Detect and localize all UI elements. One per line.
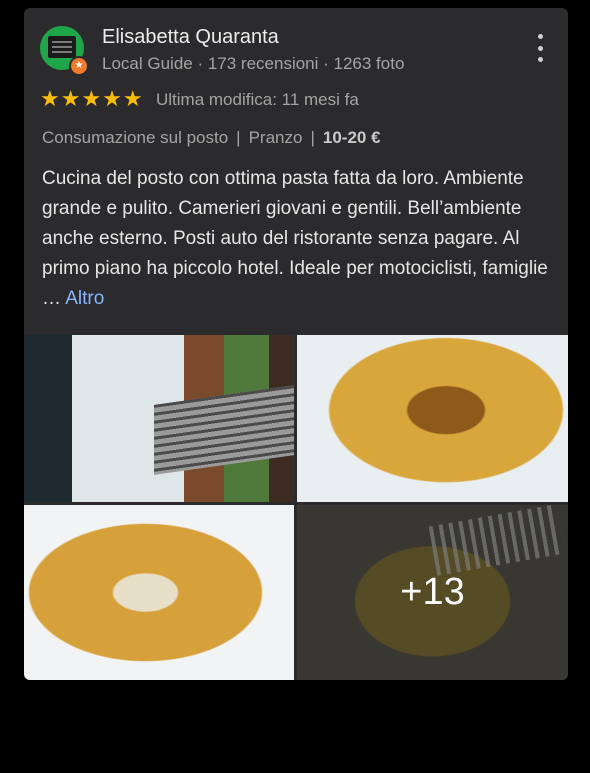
avatar[interactable]: ★ <box>40 26 89 76</box>
star-rating: ★★★★★ <box>40 86 144 111</box>
review-card: ★ Elisabetta Quaranta Local Guide · 173 … <box>24 8 568 680</box>
attr-meal: Pranzo <box>248 128 303 147</box>
photo-tile-more[interactable]: +13 <box>297 505 568 680</box>
review-text: Cucina del posto con ottima pasta fatta … <box>42 168 548 309</box>
avatar-image <box>48 36 76 58</box>
review-attributes: Consumazione sul posto | Pranzo | 10-20 € <box>42 128 381 147</box>
author-meta: Local Guide · 173 recensioni · 1263 foto <box>102 54 405 73</box>
attr-service: Consumazione sul posto <box>42 128 229 147</box>
more-options-icon[interactable] <box>536 34 544 62</box>
photo-tile[interactable] <box>24 335 294 502</box>
review-text-block: Cucina del posto con ottima pasta fatta … <box>42 164 557 314</box>
photo-tile[interactable] <box>297 335 568 502</box>
local-guide-badge-icon: ★ <box>69 56 89 76</box>
edited-timestamp: Ultima modifica: 11 mesi fa <box>156 90 359 109</box>
more-photos-count: +13 <box>400 571 465 613</box>
more-link[interactable]: Altro <box>65 288 104 309</box>
photo-grid: +13 <box>24 335 568 680</box>
author-name[interactable]: Elisabetta Quaranta <box>102 26 279 49</box>
photo-tile[interactable] <box>24 505 294 680</box>
attr-price: 10-20 € <box>322 128 381 147</box>
